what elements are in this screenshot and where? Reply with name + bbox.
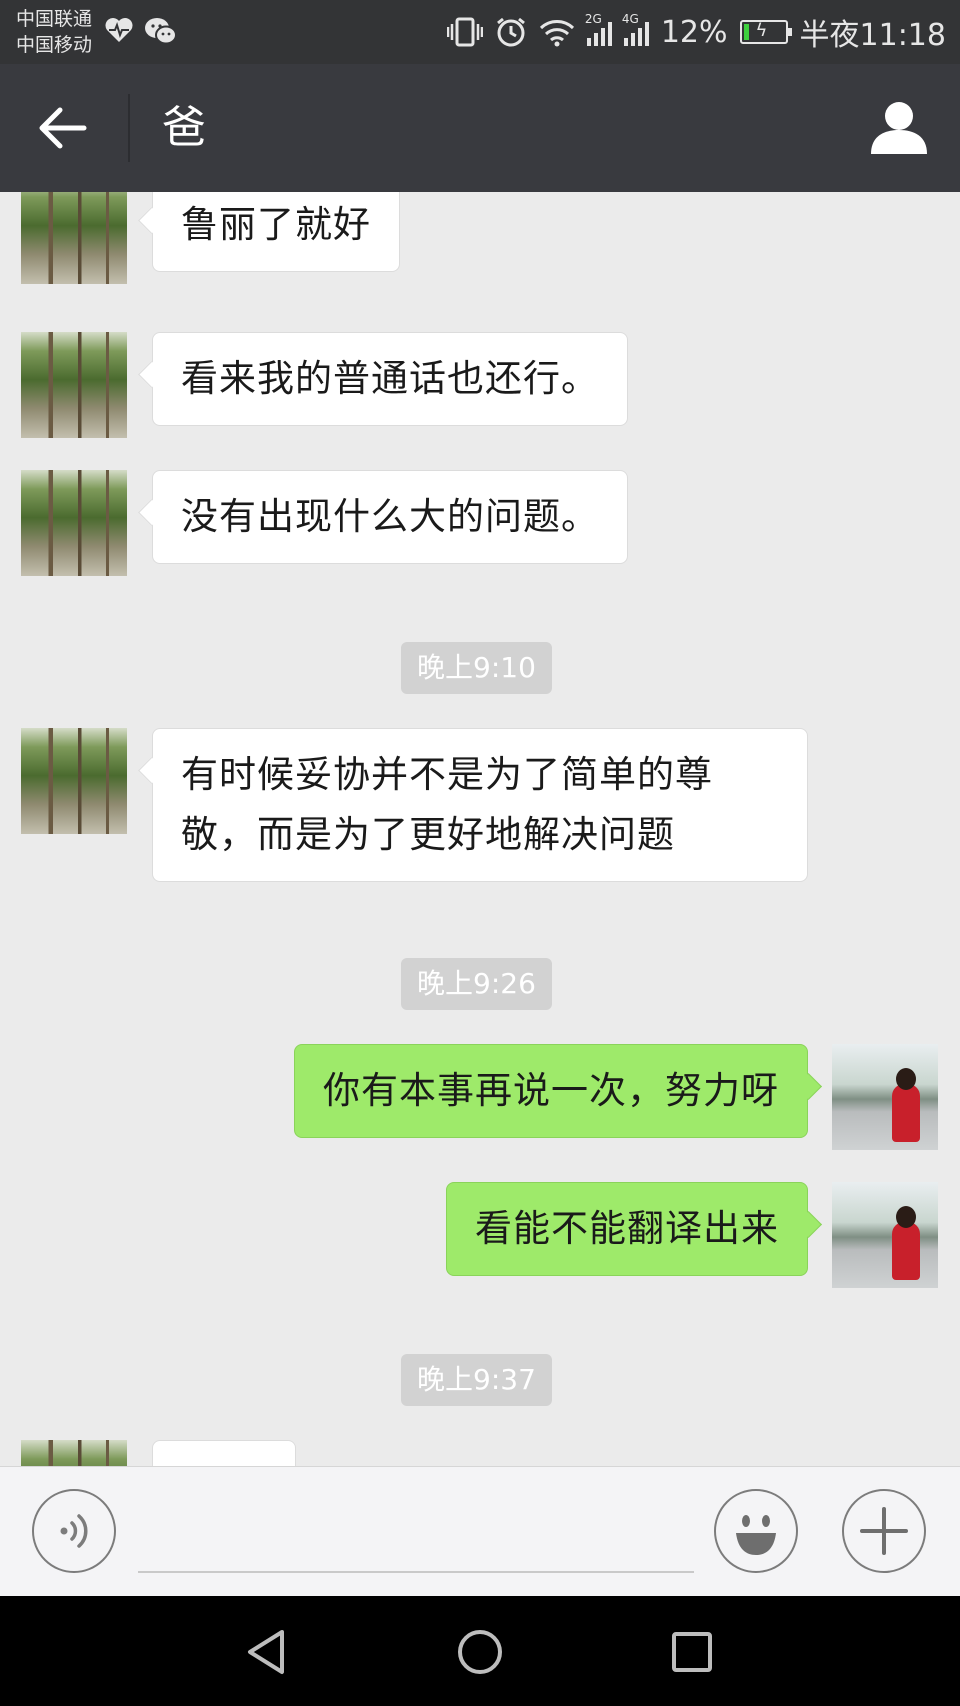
battery-percent: 12% (660, 14, 728, 50)
wechat-icon (145, 18, 177, 45)
alarm-icon (496, 17, 525, 47)
clock: 半夜11:18 (799, 18, 946, 53)
voice-input-icon (60, 1514, 88, 1548)
health-heart-icon (105, 18, 133, 42)
signal-4g-icon: 4G (622, 12, 649, 46)
message-bubble-incoming[interactable] (152, 1440, 296, 1466)
message-timestamp: 晚上9:10 (401, 642, 552, 694)
message-input[interactable] (138, 1491, 694, 1573)
message-bubble-incoming[interactable]: 看来我的普通话也还行。 (152, 332, 628, 426)
message-text: 没有出现什么大的问题。 (181, 495, 599, 538)
message-text: 看能不能翻译出来 (475, 1207, 779, 1250)
message-timestamp: 晚上9:37 (401, 1354, 552, 1406)
message-bubble-incoming[interactable]: 鲁丽了就好 (152, 192, 400, 272)
status-bar: 中国联通 中国移动 2G 4G 12% ϟ 半夜11:18 (0, 0, 960, 64)
system-navigation-bar (0, 1596, 960, 1706)
contact-avatar[interactable] (21, 470, 127, 576)
chat-title-bar: 爸 (0, 64, 960, 192)
battery-charging-icon: ϟ (739, 20, 792, 44)
signal-2g-icon: 2G (585, 12, 612, 46)
carrier-2: 中国移动 (16, 34, 93, 56)
contact-avatar[interactable] (21, 192, 127, 284)
message-text-line-2: 敬，而是为了更好地解决问题 (181, 813, 675, 856)
vibrate-icon (446, 17, 483, 47)
emoji-icon (736, 1515, 776, 1555)
circle-home-icon[interactable] (452, 1624, 508, 1680)
wifi-icon (539, 20, 574, 47)
chat-title: 爸 (162, 102, 206, 153)
more-options-button[interactable] (842, 1489, 926, 1573)
message-text: 看来我的普通话也还行。 (181, 357, 599, 400)
triangle-back-icon[interactable] (240, 1624, 296, 1680)
contact-avatar[interactable] (21, 332, 127, 438)
carrier-1: 中国联通 (16, 8, 93, 30)
message-bubble-outgoing[interactable]: 看能不能翻译出来 (446, 1182, 808, 1276)
title-divider (128, 94, 130, 162)
back-arrow-icon[interactable] (34, 100, 94, 156)
square-recents-icon[interactable] (664, 1624, 720, 1680)
contact-avatar[interactable] (21, 1440, 127, 1466)
network-type-1: 2G (584, 12, 602, 26)
contact-profile-icon[interactable] (866, 94, 932, 160)
message-text: 鲁丽了就好 (181, 203, 371, 246)
emoji-button[interactable] (714, 1489, 798, 1573)
message-timestamp: 晚上9:26 (401, 958, 552, 1010)
my-avatar[interactable] (832, 1044, 938, 1150)
chat-message-list[interactable]: 鲁丽了就好 看来我的普通话也还行。 没有出现什么大的问题。 晚上9:10 有时候… (0, 192, 960, 1466)
message-text-line-1: 有时候妥协并不是为了简单的尊 (181, 753, 713, 796)
message-bubble-incoming[interactable]: 有时候妥协并不是为了简单的尊 敬，而是为了更好地解决问题 (152, 728, 808, 882)
chat-input-bar (0, 1466, 960, 1596)
network-type-2: 4G (621, 12, 639, 26)
message-bubble-outgoing[interactable]: 你有本事再说一次，努力呀 (294, 1044, 808, 1138)
battery-level-fill (743, 24, 749, 40)
carrier-names: 中国联通 中国移动 (16, 6, 92, 58)
plus-icon (860, 1507, 908, 1555)
contact-avatar[interactable] (21, 728, 127, 834)
my-avatar[interactable] (832, 1182, 938, 1288)
message-text: 你有本事再说一次，努力呀 (323, 1069, 779, 1112)
voice-input-button[interactable] (32, 1489, 116, 1573)
message-bubble-incoming[interactable]: 没有出现什么大的问题。 (152, 470, 628, 564)
